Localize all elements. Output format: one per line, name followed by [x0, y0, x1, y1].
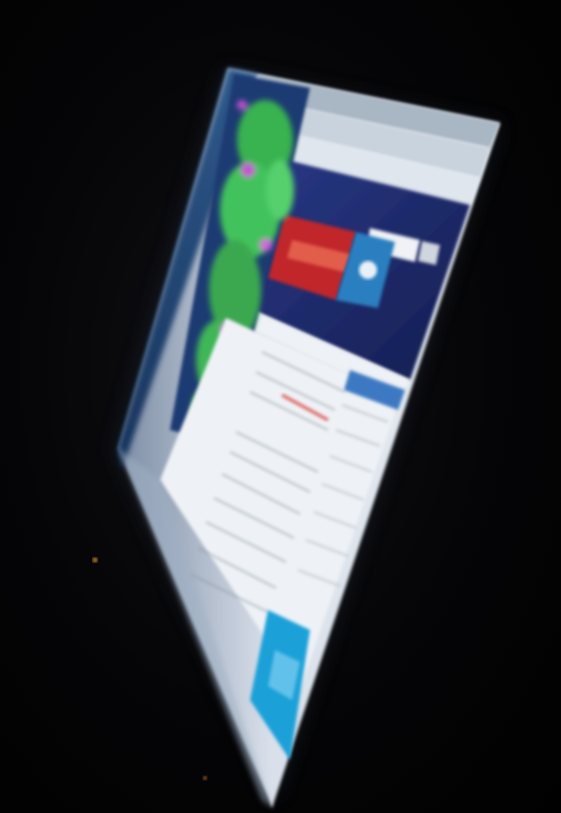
banner-logo-icon	[359, 261, 377, 279]
ambient-light-speck	[92, 557, 98, 563]
ambient-light-speck	[203, 776, 207, 780]
laptop-screen-photo	[92, 68, 500, 808]
photo-scene	[0, 0, 561, 813]
site-search-button[interactable]	[418, 241, 440, 265]
